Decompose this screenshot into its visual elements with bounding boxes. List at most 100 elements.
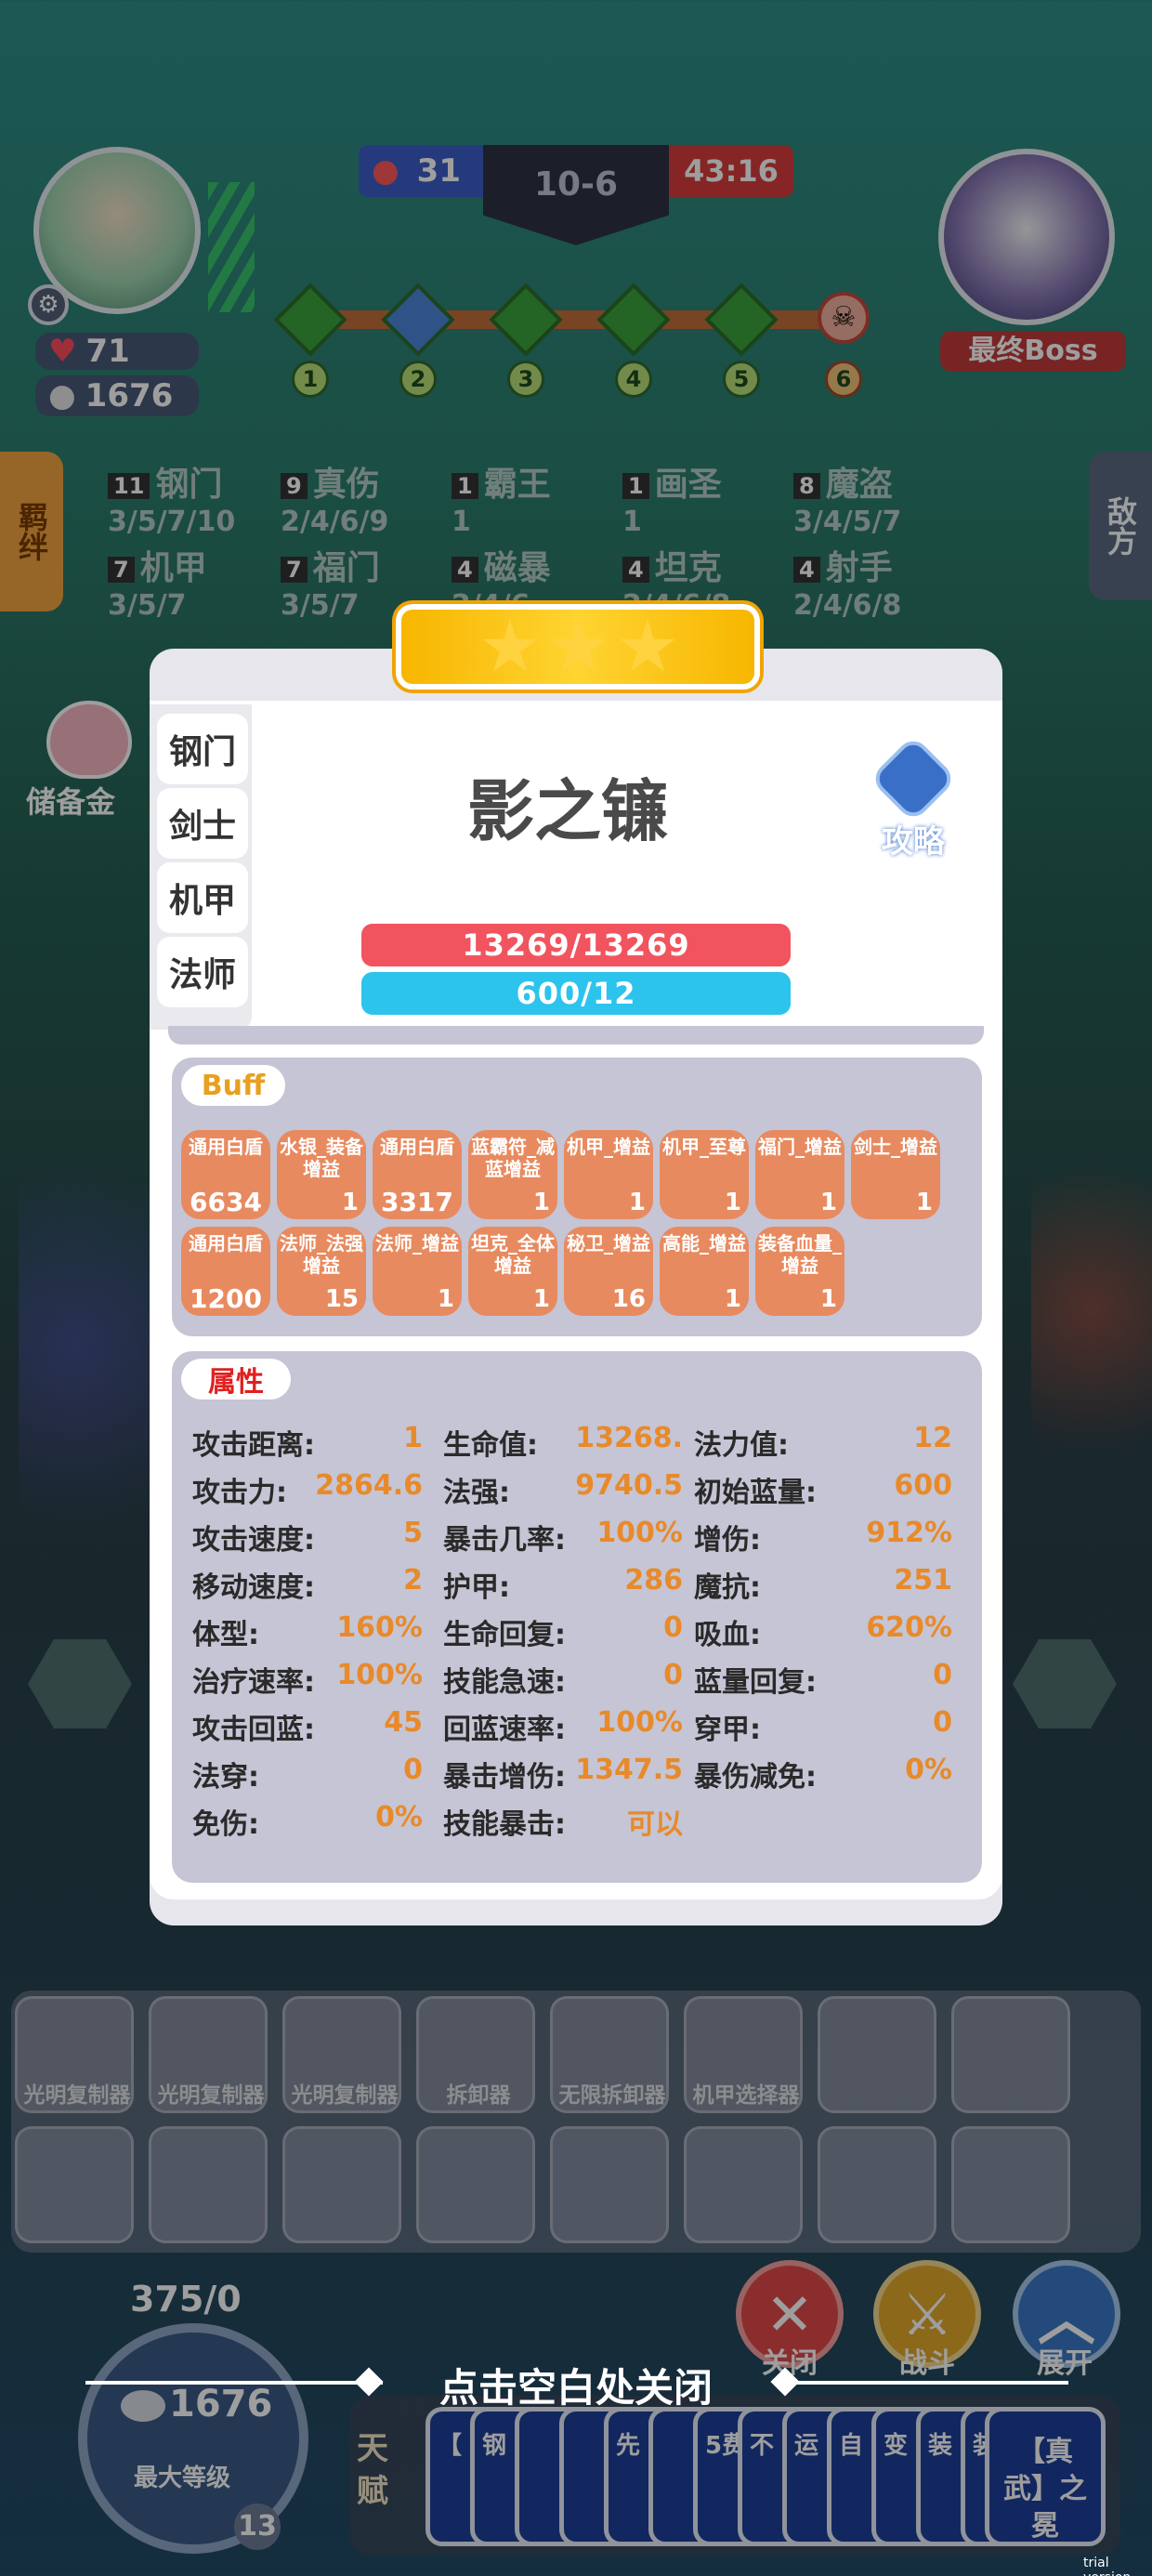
attribute-key: 吸血: — [694, 1619, 761, 1651]
attribute-key: 技能暴击: — [443, 1808, 566, 1841]
attribute-value: 100% — [596, 1517, 683, 1549]
buff-value: 1 — [628, 1189, 646, 1216]
star-icon — [482, 619, 538, 672]
buff-name: 机甲_至尊 — [662, 1136, 746, 1158]
attribute-key: 增伤: — [694, 1524, 761, 1557]
trait-tab[interactable]: 机甲 — [157, 862, 248, 933]
attribute-key: 回蓝速率: — [443, 1714, 566, 1746]
attribute-value: 0 — [663, 1659, 683, 1691]
attribute-value: 251 — [894, 1564, 952, 1597]
attribute-value: 0 — [403, 1754, 423, 1786]
buff-value: 6634 — [190, 1187, 262, 1217]
attribute-key: 蓝量回复: — [694, 1666, 817, 1699]
attribute-value: 5 — [403, 1517, 423, 1549]
buff-value: 3317 — [381, 1187, 453, 1217]
buff-value: 1 — [819, 1189, 837, 1216]
attribute-key: 暴伤减免: — [694, 1761, 817, 1794]
buff-chip[interactable]: 法师_法强增益 15 — [277, 1227, 366, 1316]
buff-value: 16 — [611, 1285, 646, 1313]
buff-chip[interactable]: 蓝霸符_减蓝增益 1 — [468, 1130, 557, 1219]
close-hint-line-left — [85, 2381, 383, 2385]
buff-chip[interactable]: 剑士_增益 1 — [851, 1130, 940, 1219]
buff-name: 高能_增益 — [662, 1232, 746, 1255]
attribute-value: 0 — [933, 1706, 952, 1739]
buff-value: 1 — [437, 1285, 454, 1313]
buff-chip[interactable]: 福门_增益 1 — [755, 1130, 844, 1219]
buff-name: 蓝霸符_减蓝增益 — [471, 1136, 555, 1180]
buff-title: Buff — [181, 1065, 285, 1106]
buff-chip[interactable]: 水银_装备增益 1 — [277, 1130, 366, 1219]
mana-text: 600/12 — [516, 976, 636, 1011]
buff-value: 1 — [819, 1285, 837, 1313]
buff-value: 1 — [724, 1285, 741, 1313]
star-icon — [620, 619, 675, 672]
trait-tabs: 钢门 剑士 机甲 法师 — [150, 704, 252, 1030]
buff-name: 水银_装备增益 — [280, 1136, 363, 1180]
buff-name: 装备血量_增益 — [758, 1232, 842, 1277]
buff-value: 1 — [532, 1189, 550, 1216]
attribute-value: 620% — [866, 1611, 952, 1644]
attribute-value: 286 — [624, 1564, 683, 1597]
buff-name: 坦克_全体增益 — [471, 1232, 555, 1277]
attribute-value: 600 — [894, 1469, 952, 1502]
buff-chip[interactable]: 机甲_至尊 1 — [660, 1130, 749, 1219]
buff-chip[interactable]: 坦克_全体增益 1 — [468, 1227, 557, 1316]
attribute-key: 护甲: — [443, 1571, 510, 1604]
buff-name: 法师_法强增益 — [280, 1232, 363, 1277]
trait-tab[interactable]: 剑士 — [157, 788, 248, 859]
unit-name: 影之镰 — [466, 772, 668, 850]
buff-chip[interactable]: 秘卫_增益 16 — [564, 1227, 653, 1316]
graduation-cap-icon — [869, 734, 958, 823]
buff-name: 通用白盾 — [189, 1232, 263, 1255]
attribute-value: 1347.5 — [575, 1754, 683, 1786]
buff-chip[interactable]: 法师_增益 1 — [373, 1227, 462, 1316]
attribute-value: 0 — [933, 1659, 952, 1691]
buff-chip[interactable]: 机甲_增益 1 — [564, 1130, 653, 1219]
buff-name: 秘卫_增益 — [567, 1232, 650, 1255]
attribute-panel: 属性 攻击距离: 1 生命值: 13268. 法力值: 12 攻击力: 2864.6 法强: 97… — [172, 1351, 982, 1883]
attribute-key: 穿甲: — [694, 1714, 761, 1746]
attribute-value: 2 — [403, 1564, 423, 1597]
attribute-key: 免伤: — [192, 1808, 259, 1841]
attribute-grid: 攻击距离: 1 生命值: 13268. 法力值: 12 攻击力: 2864.6 法强: 9740.… — [172, 1422, 982, 1868]
attribute-value: 12 — [913, 1422, 952, 1454]
buff-value: 1 — [341, 1189, 359, 1216]
attribute-key: 暴击增伤: — [443, 1761, 566, 1794]
buff-name: 通用白盾 — [189, 1136, 263, 1158]
buff-chip[interactable]: 通用白盾 1200 — [181, 1227, 270, 1316]
attribute-value: 0% — [905, 1754, 952, 1786]
attribute-value: 100% — [596, 1706, 683, 1739]
buff-chip[interactable]: 通用白盾 3317 — [373, 1130, 462, 1219]
close-hint: 点击空白处关闭 — [439, 2365, 713, 2411]
unit-detail-modal: 钢门 剑士 机甲 法师 影之镰 攻略 13269/13269 600/12 Bu… — [150, 649, 1002, 1925]
modal-body: 钢门 剑士 机甲 法师 影之镰 攻略 13269/13269 600/12 Bu… — [150, 701, 1002, 1899]
trait-tab[interactable]: 法师 — [157, 937, 248, 1007]
attribute-key: 暴击几率: — [443, 1524, 566, 1557]
attribute-key: 魔抗: — [694, 1571, 761, 1604]
attribute-value: 0% — [375, 1801, 423, 1833]
attribute-value: 100% — [336, 1659, 423, 1691]
attribute-value: 912% — [866, 1517, 952, 1549]
close-hint-line-right — [790, 2381, 1068, 2385]
trait-tab[interactable]: 钢门 — [157, 714, 248, 784]
buff-value: 1 — [915, 1189, 933, 1216]
attribute-key: 初始蓝量: — [694, 1477, 817, 1509]
buff-name: 福门_增益 — [758, 1136, 842, 1158]
attribute-value: 9740.5 — [575, 1469, 683, 1502]
attribute-title: 属性 — [181, 1359, 291, 1400]
buff-grid: 通用白盾 6634 水银_装备增益 1 通用白盾 3317 蓝霸符_减蓝增益 1 机甲_增益 1 机… — [181, 1130, 980, 1327]
buff-panel: Buff 通用白盾 6634 水银_装备增益 1 通用白盾 3317 蓝霸符_减蓝增益 1 机甲… — [172, 1058, 982, 1336]
buff-name: 法师_增益 — [375, 1232, 459, 1255]
buff-chip[interactable]: 通用白盾 6634 — [181, 1130, 270, 1219]
divider-strip — [168, 1026, 984, 1045]
buff-value: 1200 — [190, 1283, 262, 1314]
guide-button[interactable]: 攻略 — [857, 734, 969, 861]
attribute-value: 45 — [384, 1706, 423, 1739]
buff-name: 通用白盾 — [380, 1136, 454, 1158]
buff-chip[interactable]: 高能_增益 1 — [660, 1227, 749, 1316]
trial-version-label: trial version — [1083, 2556, 1131, 2576]
buff-chip[interactable]: 装备血量_增益 1 — [755, 1227, 844, 1316]
attribute-key: 法强: — [443, 1477, 510, 1509]
attribute-value: 160% — [336, 1611, 423, 1644]
attribute-key: 生命回复: — [443, 1619, 566, 1651]
